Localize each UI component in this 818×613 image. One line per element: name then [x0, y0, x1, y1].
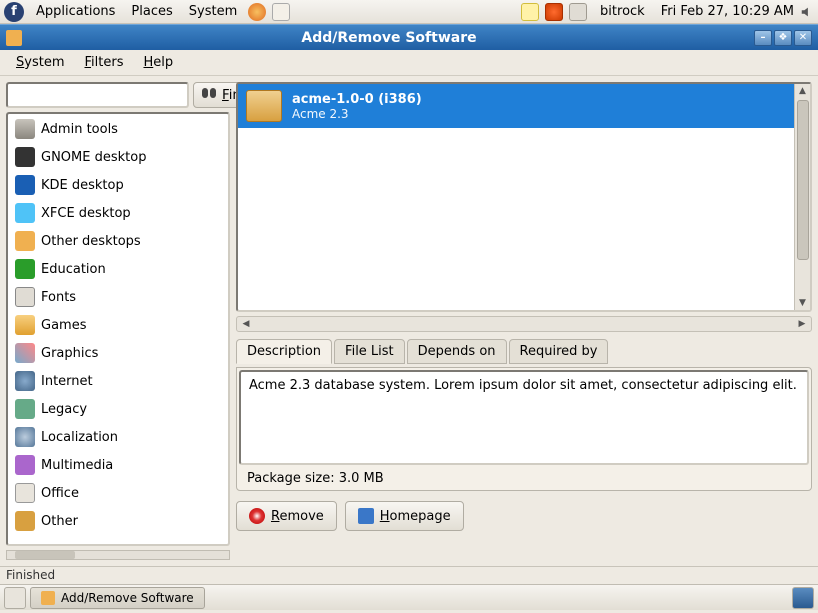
category-office[interactable]: Office	[9, 479, 227, 507]
content-area: Find Admin tools GNOME desktop KDE deskt…	[0, 76, 818, 566]
places-menu[interactable]: Places	[123, 4, 180, 19]
menu-help[interactable]: Help	[133, 52, 183, 73]
category-legacy[interactable]: Legacy	[9, 395, 227, 423]
remove-icon	[249, 508, 265, 524]
tab-content: Acme 2.3 database system. Lorem ipsum do…	[236, 367, 812, 491]
category-kde[interactable]: KDE desktop	[9, 171, 227, 199]
gnome-icon	[15, 147, 35, 167]
education-icon	[15, 259, 35, 279]
other-icon	[15, 511, 35, 531]
admin-tools-icon	[15, 119, 35, 139]
search-input[interactable]	[6, 82, 189, 108]
volume-icon[interactable]	[800, 5, 814, 19]
left-panel: Find Admin tools GNOME desktop KDE deskt…	[6, 82, 230, 560]
xfce-icon	[15, 203, 35, 223]
firefox-icon[interactable]	[248, 3, 266, 21]
package-hscrollbar[interactable]: ◀ ▶	[236, 316, 812, 332]
workspace-switcher[interactable]	[792, 587, 814, 609]
window-titlebar[interactable]: Add/Remove Software – ❖ ✕	[0, 24, 818, 50]
menu-filters[interactable]: Filters	[75, 52, 134, 73]
office-icon	[15, 483, 35, 503]
scroll-right-icon[interactable]: ▶	[795, 317, 809, 331]
other-desktops-icon	[15, 231, 35, 251]
category-gnome[interactable]: GNOME desktop	[9, 143, 227, 171]
minimize-button[interactable]: –	[754, 30, 772, 46]
menu-system[interactable]: System	[6, 52, 75, 73]
fedora-logo-icon[interactable]: f	[4, 2, 24, 22]
category-multimedia[interactable]: Multimedia	[9, 451, 227, 479]
scroll-thumb[interactable]	[797, 100, 809, 260]
show-desktop-button[interactable]	[4, 587, 26, 609]
user-label[interactable]: bitrock	[590, 4, 655, 19]
category-other-desktops[interactable]: Other desktops	[9, 227, 227, 255]
applications-menu[interactable]: Applications	[28, 4, 123, 19]
notes-tray-icon[interactable]	[521, 3, 539, 21]
close-button[interactable]: ✕	[794, 30, 812, 46]
app-icon	[6, 30, 22, 46]
category-fonts[interactable]: Fonts	[9, 283, 227, 311]
scroll-left-icon[interactable]: ◀	[239, 317, 253, 331]
updates-tray-icon[interactable]	[545, 3, 563, 21]
right-panel: acme-1.0-0 (i386) Acme 2.3 ▲ ▼ ◀ ▶ Descr…	[236, 82, 812, 560]
home-icon	[358, 508, 374, 524]
kde-icon	[15, 175, 35, 195]
category-localization[interactable]: Localization	[9, 423, 227, 451]
remove-button[interactable]: Remove	[236, 501, 337, 531]
network-tray-icon[interactable]	[569, 3, 587, 21]
menubar: System Filters Help	[0, 50, 818, 76]
scroll-down-icon[interactable]: ▼	[796, 296, 810, 310]
category-graphics[interactable]: Graphics	[9, 339, 227, 367]
taskbar-task[interactable]: Add/Remove Software	[30, 587, 205, 609]
category-internet[interactable]: Internet	[9, 367, 227, 395]
package-list[interactable]: acme-1.0-0 (i386) Acme 2.3 ▲ ▼	[236, 82, 812, 312]
statusbar: Finished	[0, 566, 818, 584]
scroll-up-icon[interactable]: ▲	[796, 84, 810, 98]
tab-description[interactable]: Description	[236, 339, 332, 364]
description-text: Acme 2.3 database system. Lorem ipsum do…	[239, 370, 809, 465]
detail-tabs: Description File List Depends on Require…	[236, 338, 812, 363]
tab-file-list[interactable]: File List	[334, 339, 405, 364]
category-xfce[interactable]: XFCE desktop	[9, 199, 227, 227]
clock[interactable]: Fri Feb 27, 10:29 AM	[655, 4, 800, 19]
games-icon	[15, 315, 35, 335]
category-list[interactable]: Admin tools GNOME desktop KDE desktop XF…	[6, 112, 230, 546]
maximize-button[interactable]: ❖	[774, 30, 792, 46]
email-icon[interactable]	[272, 3, 290, 21]
package-box-icon	[246, 90, 282, 122]
fonts-icon	[15, 287, 35, 307]
category-admin-tools[interactable]: Admin tools	[9, 115, 227, 143]
package-summary: Acme 2.3	[292, 107, 422, 121]
multimedia-icon	[15, 455, 35, 475]
tab-required-by[interactable]: Required by	[509, 339, 609, 364]
taskbar: Add/Remove Software	[0, 584, 818, 610]
localization-icon	[15, 427, 35, 447]
package-item[interactable]: acme-1.0-0 (i386) Acme 2.3	[238, 84, 794, 128]
homepage-button[interactable]: Homepage	[345, 501, 464, 531]
legacy-icon	[15, 399, 35, 419]
category-other[interactable]: Other	[9, 507, 227, 535]
taskbar-app-icon	[41, 591, 55, 605]
system-menu[interactable]: System	[181, 4, 245, 19]
package-size: Package size: 3.0 MB	[239, 465, 809, 488]
category-education[interactable]: Education	[9, 255, 227, 283]
category-games[interactable]: Games	[9, 311, 227, 339]
binoculars-icon	[202, 88, 218, 102]
window-title: Add/Remove Software	[26, 30, 752, 46]
package-vscrollbar[interactable]: ▲ ▼	[794, 84, 810, 310]
internet-icon	[15, 371, 35, 391]
tab-depends-on[interactable]: Depends on	[407, 339, 507, 364]
package-name: acme-1.0-0 (i386)	[292, 92, 422, 107]
graphics-icon	[15, 343, 35, 363]
category-hscrollbar[interactable]	[6, 550, 230, 560]
system-panel: f Applications Places System bitrock Fri…	[0, 0, 818, 24]
